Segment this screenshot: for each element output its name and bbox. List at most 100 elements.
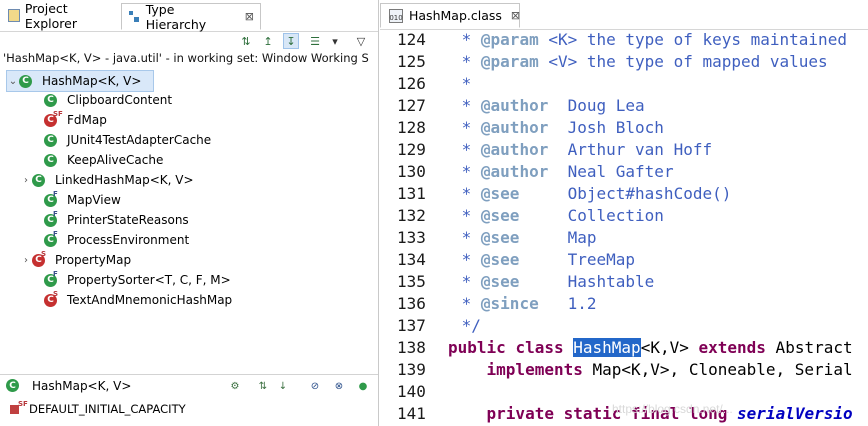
type-hierarchy-mode-icon[interactable]: ⇅ (238, 33, 254, 49)
final-class-icon: CF (44, 210, 58, 227)
expand-arrow-icon[interactable]: ⌄ (7, 76, 19, 87)
line-number: 129 (397, 140, 426, 159)
code-text: * @param <K> the type of keys maintained (452, 30, 847, 49)
expand-arrow-icon[interactable]: › (20, 255, 32, 266)
line-number: 137 (397, 316, 426, 335)
tree-item-label: FdMap (67, 113, 107, 127)
tree-item-label: MapView (67, 193, 121, 207)
close-icon[interactable]: ⊠ (245, 10, 254, 23)
view-menu-icon[interactable]: ▽ (353, 33, 369, 49)
tree-item-label: JUnit4TestAdapterCache (67, 133, 212, 147)
tree-item[interactable]: CF MapView (32, 190, 121, 210)
private-static-class-icon: CS (32, 250, 46, 267)
private-static-class-icon: CS (44, 290, 58, 307)
history-dropdown-icon[interactable]: ▾ (327, 33, 343, 49)
code-text: * @see Object#hashCode() (452, 184, 732, 203)
private-static-final-field-icon: SF (10, 400, 28, 414)
code-text: * @see Map (452, 228, 597, 247)
pane-divider[interactable] (0, 374, 378, 375)
editor-tab-hashmap-class[interactable]: 010 HashMap.class ⊠ (380, 3, 520, 28)
line-number: 138 (397, 338, 426, 357)
final-class-icon: CF (44, 230, 58, 247)
tree-item[interactable]: CF PropertySorter<T, C, F, M> (32, 270, 231, 290)
tree-root-item[interactable]: ⌄ C HashMap<K, V> (6, 70, 154, 92)
tree-item-label: ProcessEnvironment (67, 233, 190, 247)
line-number: 133 (397, 228, 426, 247)
final-class-icon: CF (44, 190, 58, 207)
tree-item[interactable]: › CS PropertyMap (20, 250, 131, 270)
tree-item-label: PropertyMap (55, 253, 132, 267)
line-number: 135 (397, 272, 426, 291)
show-inherited-icon[interactable]: ⇅ (256, 379, 270, 393)
line-number: 131 (397, 184, 426, 203)
tree-item[interactable]: CF ProcessEnvironment (32, 230, 189, 250)
class-icon: C (44, 133, 57, 147)
code-text: * (452, 74, 472, 93)
hide-non-public-icon[interactable]: ● (356, 379, 370, 393)
editor-area: 010 HashMap.class ⊠ 124 * @param <K> the… (380, 0, 868, 426)
tree-item-label: PropertySorter<T, C, F, M> (67, 273, 231, 287)
tab-type-hierarchy[interactable]: Type Hierarchy ⊠ (121, 1, 261, 32)
sort-by-defining-type-icon[interactable]: ↓ (276, 379, 290, 393)
line-number: 124 (397, 30, 426, 49)
member-label: DEFAULT_INITIAL_CAPACITY (29, 402, 186, 416)
tree-item-label: LinkedHashMap<K, V> (55, 173, 194, 187)
code-text: */ (452, 316, 481, 335)
type-hierarchy-view: Project Explorer Type Hierarchy ⊠ ⇅ ↥ ↧ … (0, 0, 379, 426)
tree-item[interactable]: › C LinkedHashMap<K, V> (20, 170, 194, 190)
hide-fields-icon[interactable]: ⊘ (308, 379, 322, 393)
close-icon[interactable]: ⊠ (511, 9, 520, 22)
watermark: https://blog.csdn.net/... (612, 402, 733, 416)
member-field-item[interactable]: SF DEFAULT_INITIAL_CAPACITY (10, 400, 186, 416)
tree-item[interactable]: C SF FdMap (32, 110, 107, 130)
tree-item-label: PrinterStateReasons (67, 213, 189, 227)
line-number: 128 (397, 118, 426, 137)
tree-item[interactable]: C KeepAliveCache (32, 150, 163, 170)
code-text: * @author Neal Gafter (452, 162, 674, 181)
project-explorer-icon (8, 9, 20, 22)
code-text: implements Map<K,V>, Cloneable, Serial (486, 360, 853, 379)
line-number: 125 (397, 52, 426, 71)
line-number: 141 (397, 404, 426, 423)
hierarchy-scope-label: 'HashMap<K, V> - java.util' - in working… (3, 51, 369, 65)
class-icon: C (44, 93, 57, 107)
class-file-icon: 010 (389, 8, 403, 23)
tree-item-label: TextAndMnemonicHashMap (67, 293, 233, 307)
code-text: * @since 1.2 (452, 294, 597, 313)
class-icon: C (32, 173, 45, 187)
view-tab-bar: Project Explorer Type Hierarchy ⊠ (0, 0, 378, 32)
class-icon: C (6, 379, 19, 392)
expand-arrow-icon[interactable]: › (20, 175, 32, 186)
code-text: * @author Josh Bloch (452, 118, 664, 137)
subtype-hierarchy-icon[interactable]: ↧ (283, 33, 299, 49)
code-text: * @see Hashtable (452, 272, 655, 291)
private-static-final-class-icon: C SF (44, 110, 63, 127)
member-view-header: C HashMap<K, V> ⚙ ⇅ ↓ ⊘ ⊗ ● (0, 376, 378, 396)
code-text: * @param <V> the type of mapped values (452, 52, 828, 71)
tab-label: Type Hierarchy (145, 1, 207, 32)
hide-static-icon[interactable]: ⊗ (332, 379, 346, 393)
tree-item-label: ClipboardContent (67, 93, 173, 107)
tree-item[interactable]: C JUnit4TestAdapterCache (32, 130, 211, 150)
editor-tab-label: HashMap.class (409, 8, 502, 23)
tree-item[interactable]: CF PrinterStateReasons (32, 210, 189, 230)
tree-item[interactable]: C ClipboardContent (32, 90, 172, 110)
tree-item[interactable]: CS TextAndMnemonicHashMap (32, 290, 232, 310)
code-text: * @see TreeMap (452, 250, 636, 269)
member-view-title: HashMap<K, V> (32, 379, 132, 393)
tab-project-explorer[interactable]: Project Explorer (2, 1, 120, 31)
tab-label: Project Explorer (24, 0, 77, 31)
history-icon[interactable]: ☰ (307, 33, 323, 49)
lock-view-icon[interactable]: ⚙ (228, 379, 242, 393)
line-number: 139 (397, 360, 426, 379)
search-highlight: HashMap (573, 338, 641, 357)
supertype-hierarchy-icon[interactable]: ↥ (260, 33, 276, 49)
line-number: 140 (397, 382, 426, 401)
hierarchy-toolbar: ⇅ ↥ ↧ ☰ ▾ ▽ (0, 31, 378, 51)
line-number: 126 (397, 74, 426, 93)
line-number: 134 (397, 250, 426, 269)
class-icon: C (19, 74, 32, 88)
tree-item-label: KeepAliveCache (67, 153, 164, 167)
code-text: * @see Collection (452, 206, 664, 225)
line-number: 136 (397, 294, 426, 313)
